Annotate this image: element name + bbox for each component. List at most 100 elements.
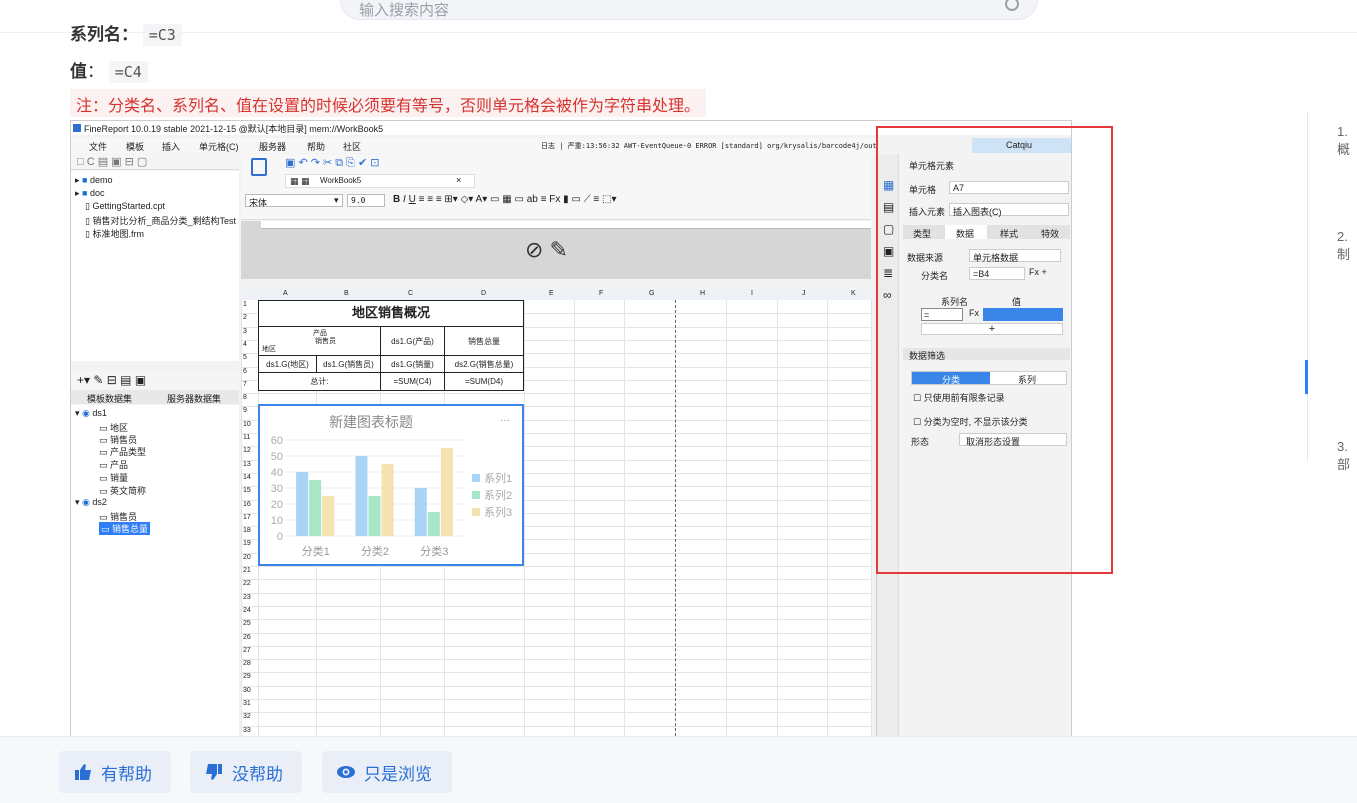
row-number[interactable]: 4 bbox=[243, 341, 247, 348]
ds2-node[interactable]: ▾ ◉ ds2 bbox=[75, 497, 107, 508]
add-dataset-icon[interactable]: +▾ ✎ ⊟ ▤ ▣ bbox=[77, 373, 146, 387]
row-number[interactable]: 32 bbox=[243, 713, 251, 720]
not-helpful-button[interactable]: 没帮助 bbox=[190, 751, 302, 793]
field-item[interactable]: ▭ 销量 bbox=[99, 471, 128, 484]
row-number[interactable]: 26 bbox=[243, 634, 251, 641]
font-select[interactable]: 宋体 ▾ bbox=[245, 194, 343, 208]
row-number[interactable]: 11 bbox=[243, 434, 250, 441]
chart-container[interactable]: 新建图表标题 ··· 0 10 20 30 40 50 60 分类1 分类2 分类3 系列1 系列2 系列3 bbox=[258, 404, 524, 566]
toc-item-1[interactable]: 1. 概 bbox=[1337, 124, 1357, 158]
just-browsing-button[interactable]: 只是浏览 bbox=[322, 751, 452, 793]
col-E[interactable]: E bbox=[549, 290, 554, 297]
row-number[interactable]: 6 bbox=[243, 368, 247, 375]
field-item[interactable]: ▭ 产品类型 bbox=[99, 445, 146, 458]
col-G[interactable]: G bbox=[649, 290, 654, 297]
row-number[interactable]: 27 bbox=[243, 647, 251, 654]
template-icon[interactable] bbox=[251, 158, 267, 176]
row-number[interactable]: 12 bbox=[243, 447, 251, 454]
col-J[interactable]: J bbox=[802, 290, 806, 297]
cell-a4[interactable]: ds1.G(地区) bbox=[259, 356, 317, 373]
field-item-selected[interactable]: ▭ 销售总量 bbox=[99, 522, 151, 535]
row-number[interactable]: 28 bbox=[243, 660, 251, 667]
row-number[interactable]: 20 bbox=[243, 554, 251, 561]
field-item[interactable]: ▭ 英文简称 bbox=[99, 484, 146, 497]
tree-item[interactable]: ▯ 销售对比分析_商品分类_剩结构Test bbox=[85, 214, 236, 227]
tree-item[interactable]: ▯ 标准地图.frm bbox=[85, 227, 144, 240]
menu-insert[interactable]: 插入 bbox=[162, 140, 180, 153]
row-number[interactable]: 3 bbox=[243, 328, 247, 335]
menu-template[interactable]: 模板 bbox=[126, 140, 144, 153]
search-bar[interactable]: 输入搜索内容 bbox=[340, 0, 1038, 20]
cell-c4[interactable]: ds1.G(销量) bbox=[381, 356, 445, 373]
menu-community[interactable]: 社区 bbox=[343, 140, 361, 153]
field-item[interactable]: ▭ 产品 bbox=[99, 458, 128, 471]
col-K[interactable]: K bbox=[851, 290, 856, 297]
toc-item-2[interactable]: 2. 制 bbox=[1337, 229, 1357, 263]
row-number[interactable]: 5 bbox=[243, 354, 247, 361]
ds1-node[interactable]: ▾ ◉ ds1 bbox=[75, 408, 107, 419]
workbook-tab[interactable]: ▦ ▦ WorkBook5 × bbox=[285, 174, 475, 188]
row-number[interactable]: 1 bbox=[243, 301, 247, 308]
col-H[interactable]: H bbox=[700, 290, 705, 297]
col-I[interactable]: I bbox=[751, 290, 753, 297]
row-number[interactable]: 15 bbox=[243, 487, 251, 494]
bold-icon[interactable]: B I U ≡ ≡ ≡ ⊞▾ ◇▾ A▾ ▭ ▦ ▭ ab ≡ Fx ▮ ▭ ⟋… bbox=[393, 194, 616, 205]
cell-c3[interactable]: ds1.G(产品) bbox=[381, 327, 445, 356]
row-number[interactable]: 2 bbox=[243, 314, 247, 321]
cell-d4[interactable]: ds2.G(销售总量) bbox=[445, 356, 523, 373]
diag-header[interactable]: 产品 销售员 地区 bbox=[259, 327, 381, 356]
cell-b4[interactable]: ds1.G(销售员) bbox=[317, 356, 381, 373]
search-input[interactable]: 输入搜索内容 bbox=[359, 0, 449, 20]
cell-d3[interactable]: 销售总量 bbox=[445, 327, 523, 356]
hide-icon[interactable]: ⊘ ✎ bbox=[525, 237, 568, 263]
row-number[interactable]: 29 bbox=[243, 673, 251, 680]
col-D[interactable]: D bbox=[481, 290, 486, 297]
row-number[interactable]: 21 bbox=[243, 567, 251, 574]
report-title[interactable]: 地区销售概况 bbox=[259, 301, 523, 327]
cell-d5[interactable]: =SUM(D4) bbox=[445, 373, 523, 390]
row-number[interactable]: 8 bbox=[243, 394, 247, 401]
col-C[interactable]: C bbox=[408, 290, 413, 297]
doc-series-line: 系列名： =C3 bbox=[70, 20, 182, 46]
save-icon[interactable]: ▣ ↶ ↷ ✂ ⧉ ⎘ ✔ ⊡ bbox=[285, 156, 380, 170]
col-B[interactable]: B bbox=[344, 290, 349, 297]
close-icon[interactable]: × bbox=[456, 175, 461, 185]
row-number[interactable]: 33 bbox=[243, 727, 251, 734]
col-F[interactable]: F bbox=[599, 290, 603, 297]
row-number[interactable]: 19 bbox=[243, 540, 251, 547]
row-number[interactable]: 14 bbox=[243, 474, 251, 481]
row-number[interactable]: 9 bbox=[243, 407, 247, 414]
row-number[interactable]: 13 bbox=[243, 461, 251, 468]
tree-item[interactable]: ▸ ■ demo bbox=[75, 175, 113, 186]
row-number[interactable]: 18 bbox=[243, 527, 251, 534]
row-number[interactable]: 30 bbox=[243, 687, 251, 694]
note-box: 注：分类名、系列名、值在设置的时候必须要有等号，否则单元格会被作为字符串处理。 bbox=[70, 89, 707, 117]
row-number[interactable]: 17 bbox=[243, 514, 251, 521]
tab-template-ds[interactable]: 模板数据集 bbox=[87, 392, 132, 405]
col-A[interactable]: A bbox=[283, 290, 288, 297]
font-size-value: 9.0 bbox=[351, 196, 366, 205]
tab-server-ds[interactable]: 服务器数据集 bbox=[167, 392, 221, 405]
menu-cell[interactable]: 单元格(C) bbox=[199, 140, 239, 153]
helpful-button[interactable]: 有帮助 bbox=[59, 751, 171, 793]
menu-help[interactable]: 帮助 bbox=[307, 140, 325, 153]
tree-item[interactable]: ▯ GettingStarted.cpt bbox=[85, 201, 165, 212]
row-number[interactable]: 25 bbox=[243, 620, 251, 627]
cell-c5[interactable]: =SUM(C4) bbox=[381, 373, 445, 390]
row-number[interactable]: 7 bbox=[243, 381, 247, 388]
menu-server[interactable]: 服务器 bbox=[259, 140, 286, 153]
search-icon[interactable] bbox=[1005, 0, 1019, 11]
row-number[interactable]: 16 bbox=[243, 501, 251, 508]
row-number[interactable]: 22 bbox=[243, 580, 251, 587]
tree-item[interactable]: ▸ ■ doc bbox=[75, 188, 105, 199]
menu-file[interactable]: 文件 bbox=[89, 140, 107, 153]
refresh-icon[interactable]: □ C ▤ ▣ ⊟ ▢ bbox=[77, 155, 147, 168]
row-number[interactable]: 23 bbox=[243, 594, 251, 601]
row-number[interactable]: 10 bbox=[243, 421, 251, 428]
row-number[interactable]: 31 bbox=[243, 700, 251, 707]
toc-active-marker bbox=[1305, 360, 1308, 394]
row-number[interactable]: 24 bbox=[243, 607, 251, 614]
cell-a5[interactable]: 总计: bbox=[259, 373, 381, 390]
toc-item-3[interactable]: 3. 部 bbox=[1337, 439, 1357, 473]
font-size-select[interactable]: 9.0 bbox=[347, 194, 385, 207]
